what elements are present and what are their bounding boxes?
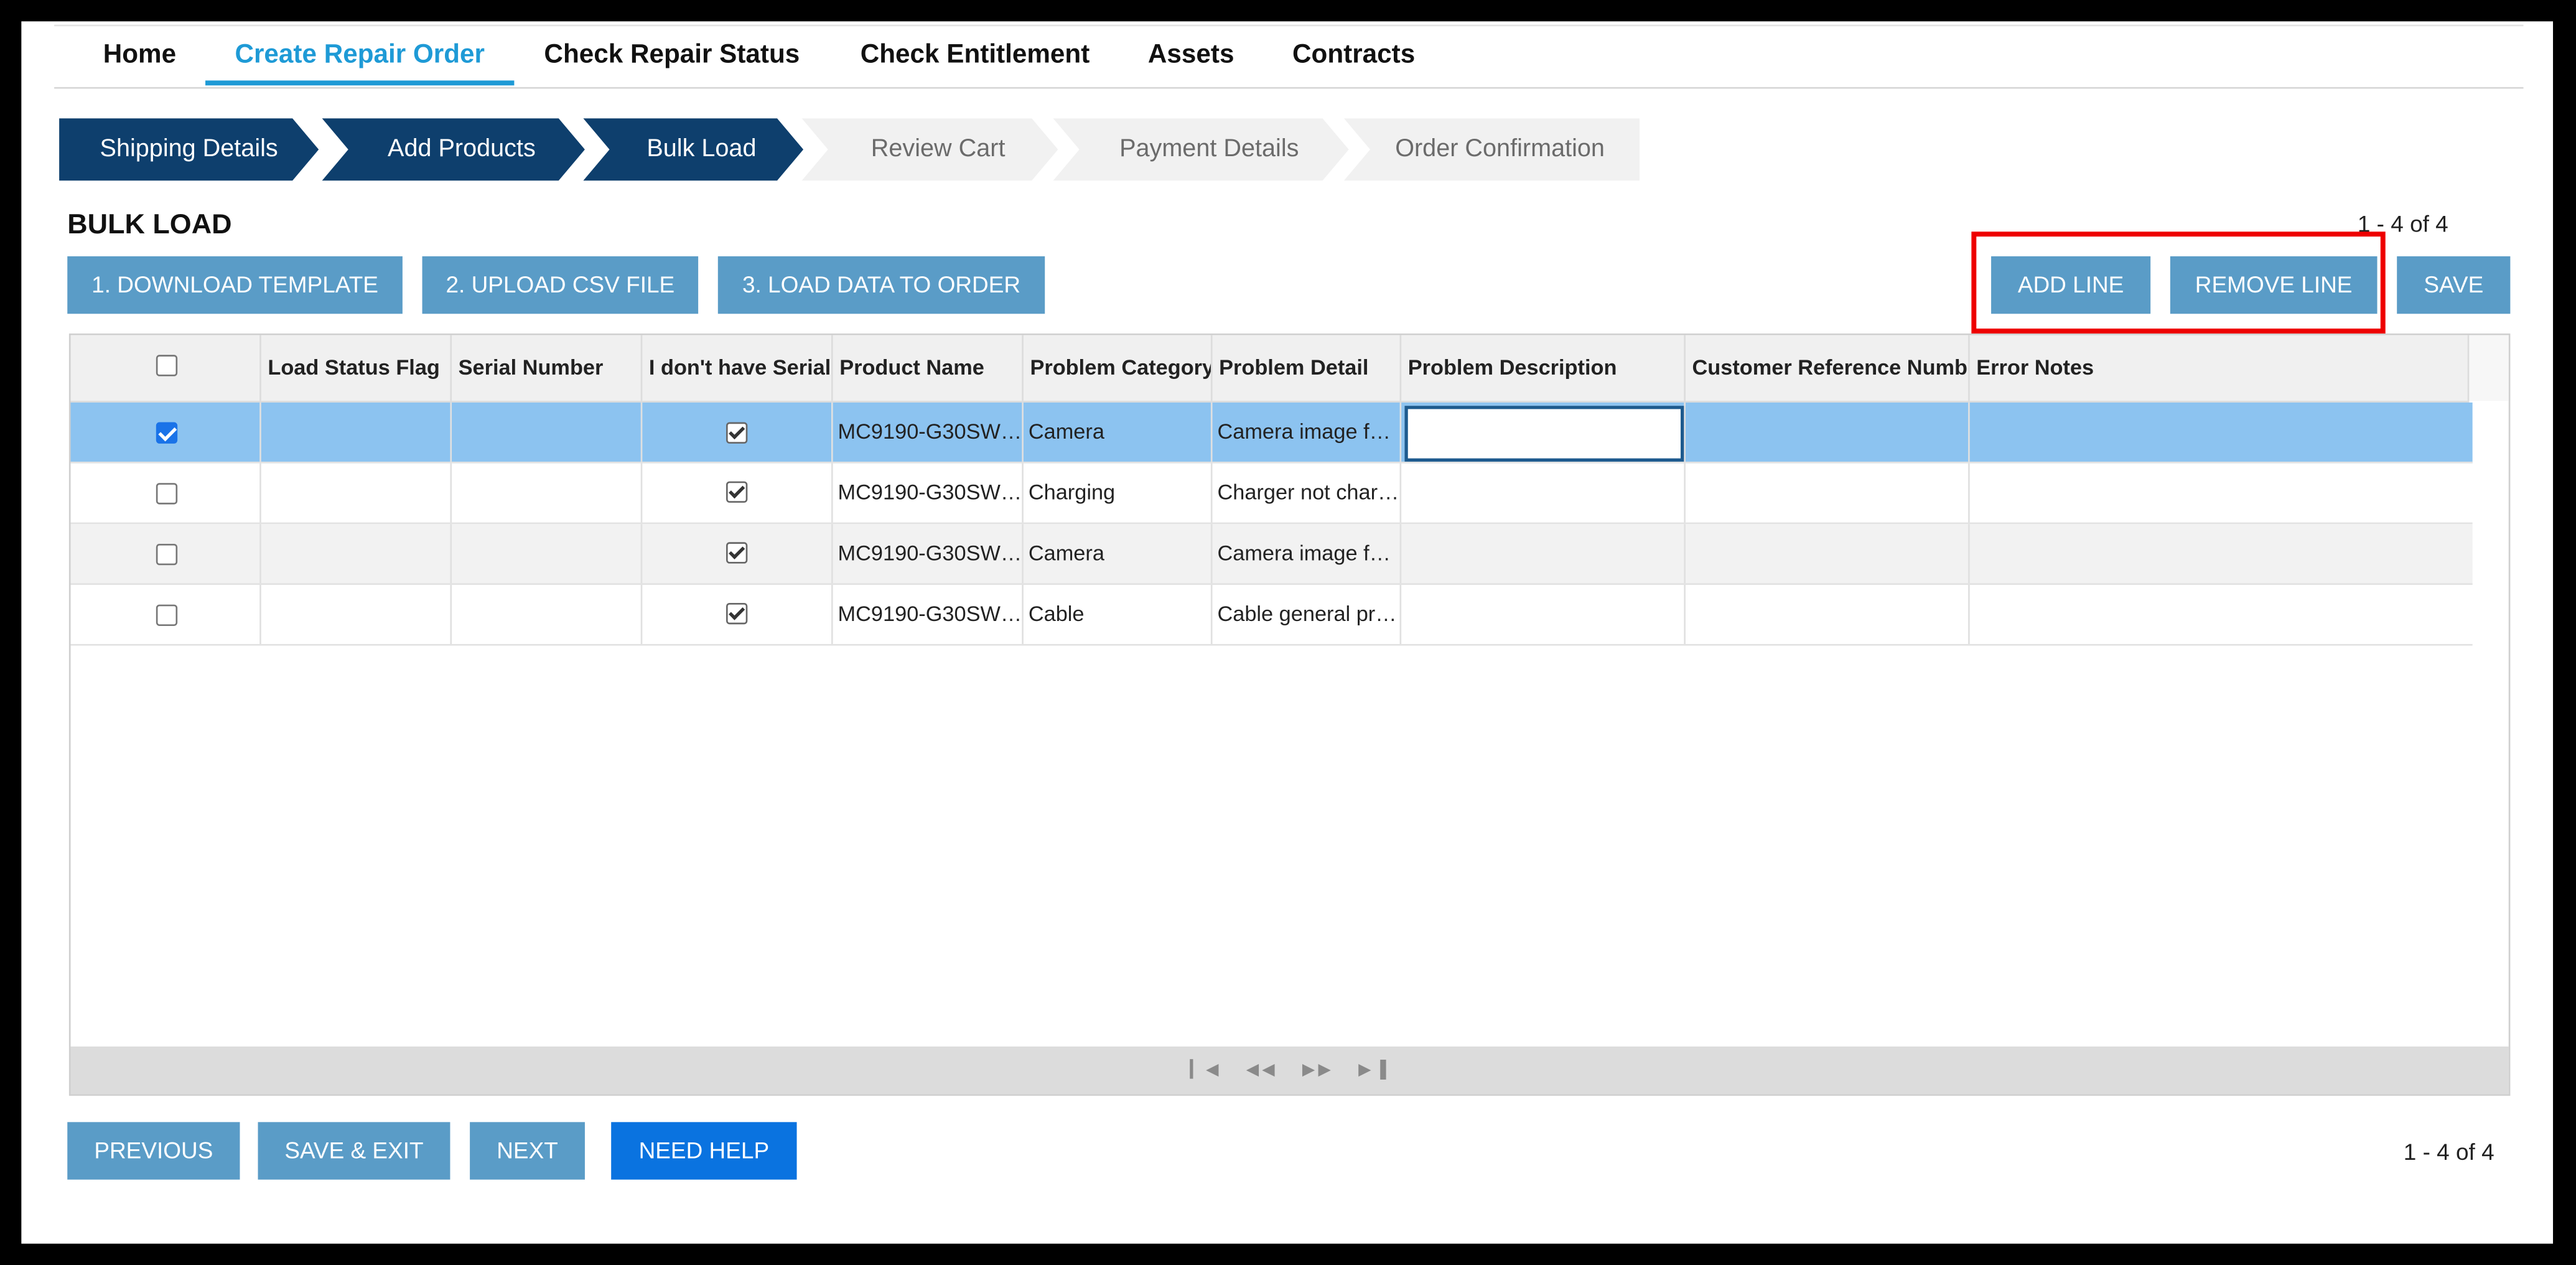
problem-detail-cell[interactable]: Charger not charging xyxy=(1213,463,1402,523)
row-select-cell xyxy=(71,463,261,523)
customer-reference-cell[interactable] xyxy=(1686,524,1970,584)
first-page-icon[interactable]: ▎◀ xyxy=(1190,1062,1221,1080)
step-review-cart: Review Cart xyxy=(801,118,1058,180)
problem-category-cell[interactable]: Charging xyxy=(1024,463,1213,523)
header-load-status-flag[interactable]: Load Status Flag xyxy=(261,335,452,401)
prev-page-icon[interactable]: ◀◀ xyxy=(1246,1062,1278,1080)
screen: Home Create Repair Order Check Repair St… xyxy=(0,0,2576,1265)
step-add-products[interactable]: Add Products xyxy=(322,118,584,180)
serial-number-cell[interactable] xyxy=(452,463,643,523)
serial-number-cell[interactable] xyxy=(452,584,643,644)
need-help-button[interactable]: NEED HELP xyxy=(611,1122,797,1180)
last-page-icon[interactable]: ▶▐ xyxy=(1358,1062,1389,1080)
table-row[interactable]: MC9190-G30SWEQA6WR Cable Cable general p… xyxy=(70,584,2473,646)
row-checkbox[interactable] xyxy=(156,604,178,626)
product-name-cell[interactable]: MC9190-G30SWEQA6WR xyxy=(833,463,1024,523)
next-button[interactable]: NEXT xyxy=(470,1122,585,1180)
upload-csv-button[interactable]: 2. UPLOAD CSV FILE xyxy=(422,256,699,314)
product-name-cell[interactable]: MC9190-G30SWEQA6WR xyxy=(833,524,1024,584)
save-button[interactable]: SAVE xyxy=(2397,256,2511,314)
step-order-confirmation: Order Confirmation xyxy=(1343,118,1640,181)
previous-button[interactable]: PREVIOUS xyxy=(67,1122,240,1180)
load-status-cell[interactable] xyxy=(261,524,452,584)
no-serial-cell xyxy=(642,584,833,644)
table-row[interactable]: MC9190-G30SWEQA6WR Charging Charger not … xyxy=(70,463,2473,525)
table-row[interactable]: MC9190-G30SWEQA6WR Camera Camera image f… xyxy=(70,402,2473,464)
header-problem-category[interactable]: Problem Category xyxy=(1024,335,1213,401)
step-shipping-details[interactable]: Shipping Details xyxy=(59,118,319,180)
highlight-box xyxy=(1971,231,2386,334)
problem-description-cell[interactable] xyxy=(1401,584,1686,644)
header-customer-reference-number[interactable]: Customer Reference Number xyxy=(1686,335,1970,401)
nav-contracts[interactable]: Contracts xyxy=(1273,26,1434,85)
header-problem-description[interactable]: Problem Description xyxy=(1401,335,1686,401)
record-count-bottom: 1 - 4 of 4 xyxy=(2403,1138,2494,1165)
error-notes-cell xyxy=(1970,403,2473,462)
row-select-cell xyxy=(71,584,261,644)
header-product-name[interactable]: Product Name xyxy=(833,335,1024,401)
page-title: BULK LOAD xyxy=(67,208,232,240)
row-checkbox[interactable] xyxy=(156,422,178,444)
grid-pager: ▎◀ ◀◀ ▶▶ ▶▐ xyxy=(70,1046,2509,1095)
customer-reference-cell[interactable] xyxy=(1686,584,1970,644)
no-serial-checkbox[interactable] xyxy=(726,422,748,444)
nav-create-repair-order[interactable]: Create Repair Order xyxy=(205,26,515,86)
row-checkbox[interactable] xyxy=(156,483,178,505)
serial-number-cell[interactable] xyxy=(452,402,643,462)
no-serial-cell xyxy=(642,463,833,523)
problem-detail-cell[interactable]: Camera image faulty xyxy=(1213,402,1402,462)
header-no-serial[interactable]: I don't have Serial xyxy=(642,335,833,401)
load-status-cell[interactable] xyxy=(261,463,452,523)
problem-category-cell[interactable]: Cable xyxy=(1024,584,1213,644)
problem-detail-cell[interactable]: Cable general problem xyxy=(1213,584,1402,644)
no-serial-checkbox[interactable] xyxy=(726,542,748,564)
error-notes-cell xyxy=(1970,524,2473,583)
nav-check-repair-status[interactable]: Check Repair Status xyxy=(526,26,818,85)
nav-home[interactable]: Home xyxy=(82,26,197,85)
header-serial-number[interactable]: Serial Number xyxy=(452,335,643,401)
no-serial-cell xyxy=(642,402,833,462)
header-error-notes[interactable]: Error Notes xyxy=(1970,335,2470,401)
customer-reference-cell[interactable] xyxy=(1686,463,1970,523)
next-page-icon[interactable]: ▶▶ xyxy=(1302,1062,1334,1080)
load-data-button[interactable]: 3. LOAD DATA TO ORDER xyxy=(717,256,1045,314)
step-payment-details: Payment Details xyxy=(1053,118,1348,180)
row-select-cell xyxy=(71,402,261,462)
nav-check-entitlement[interactable]: Check Entitlement xyxy=(838,26,1113,85)
load-status-cell[interactable] xyxy=(261,584,452,644)
header-select-all xyxy=(71,335,261,401)
save-exit-button[interactable]: SAVE & EXIT xyxy=(258,1122,450,1180)
download-template-button[interactable]: 1. DOWNLOAD TEMPLATE xyxy=(67,256,403,314)
serial-number-cell[interactable] xyxy=(452,524,643,584)
problem-detail-cell[interactable]: Camera image faulty xyxy=(1213,524,1402,584)
no-serial-cell xyxy=(642,524,833,584)
row-checkbox[interactable] xyxy=(156,543,178,566)
header-problem-detail[interactable]: Problem Detail xyxy=(1213,335,1402,401)
bulk-load-grid: Load Status Flag Serial Number I don't h… xyxy=(68,333,2511,1096)
problem-category-cell[interactable]: Camera xyxy=(1024,524,1213,584)
product-name-cell[interactable]: MC9190-G30SWEQA6WR xyxy=(833,584,1024,644)
product-name-cell[interactable]: MC9190-G30SWEQA6WR xyxy=(833,402,1024,462)
no-serial-checkbox[interactable] xyxy=(726,602,748,625)
load-status-cell[interactable] xyxy=(261,402,452,462)
customer-reference-cell[interactable] xyxy=(1686,402,1970,462)
error-notes-cell xyxy=(1970,585,2473,644)
row-select-cell xyxy=(71,524,261,584)
problem-category-cell[interactable]: Camera xyxy=(1024,402,1213,462)
grid-header: Load Status Flag Serial Number I don't h… xyxy=(70,335,2470,403)
problem-description-input[interactable] xyxy=(1404,406,1684,462)
no-serial-checkbox[interactable] xyxy=(726,481,748,503)
problem-description-cell[interactable] xyxy=(1401,524,1686,584)
problem-description-cell[interactable] xyxy=(1401,463,1686,523)
select-all-checkbox[interactable] xyxy=(156,355,178,376)
step-bulk-load[interactable]: Bulk Load xyxy=(583,118,803,180)
error-notes-cell xyxy=(1970,464,2473,523)
table-row[interactable]: MC9190-G30SWEQA6WR Camera Camera image f… xyxy=(70,524,2473,585)
nav-assets[interactable]: Assets xyxy=(1134,26,1249,85)
grid-header-filler xyxy=(2469,335,2509,401)
